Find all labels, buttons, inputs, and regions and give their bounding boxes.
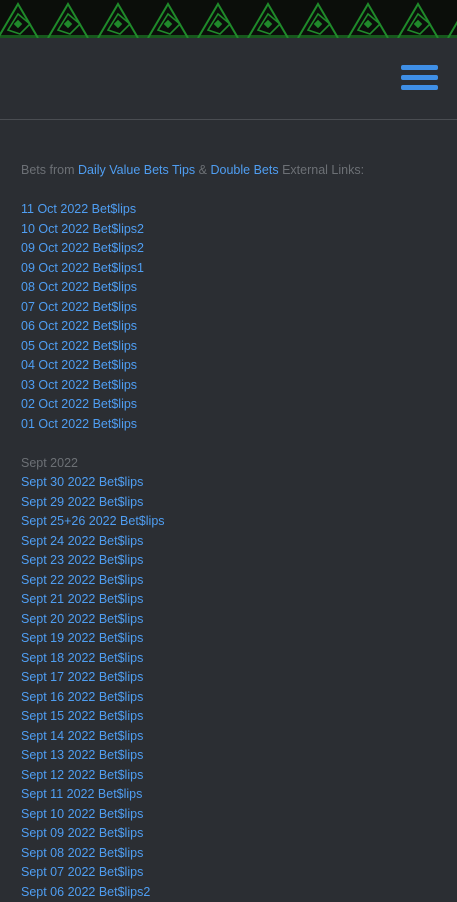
list-item: Sept 13 2022 Bet$lips [21,746,441,766]
list-item: 03 Oct 2022 Bet$lips [21,376,441,396]
betslip-link[interactable]: 11 Oct 2022 Bet$lips [21,202,136,216]
intro-prefix: Bets from [21,163,75,177]
september-betslip-list: Sept 30 2022 Bet$lips Sept 29 2022 Bet$li… [21,473,441,902]
betslip-link[interactable]: 06 Oct 2022 Bet$lips [21,319,137,333]
list-item: 09 Oct 2022 Bet$lips2 [21,239,441,259]
intro-ampersand: & [199,163,207,177]
betslip-link[interactable]: Sept 14 2022 Bet$lips [21,729,143,743]
double-bets-link[interactable]: Double Bets [210,163,278,177]
list-item: Sept 15 2022 Bet$lips [21,707,441,727]
betslip-link[interactable]: Sept 23 2022 Bet$lips [21,553,143,567]
betslip-link[interactable]: Sept 30 2022 Bet$lips [21,475,143,489]
header-banner-pattern [0,0,457,38]
betslip-link[interactable]: Sept 10 2022 Bet$lips [21,807,143,821]
list-item: 04 Oct 2022 Bet$lips [21,356,441,376]
betslip-link[interactable]: 02 Oct 2022 Bet$lips [21,397,137,411]
betslip-link[interactable]: Sept 29 2022 Bet$lips [21,495,143,509]
list-item: Sept 22 2022 Bet$lips [21,571,441,591]
list-item: Sept 18 2022 Bet$lips [21,649,441,669]
betslip-link[interactable]: Sept 18 2022 Bet$lips [21,651,143,665]
list-item: Sept 07 2022 Bet$lips [21,863,441,883]
menu-bar-middle [401,75,438,80]
section-heading-sept-2022: Sept 2022 [21,454,441,474]
betslip-link[interactable]: Sept 11 2022 Bet$lips [21,787,142,801]
betslip-link[interactable]: Sept 07 2022 Bet$lips [21,865,143,879]
menu-bar-bottom [401,85,438,90]
list-item: 06 Oct 2022 Bet$lips [21,317,441,337]
list-item: 02 Oct 2022 Bet$lips [21,395,441,415]
list-item: Sept 20 2022 Bet$lips [21,610,441,630]
betslip-link[interactable]: Sept 21 2022 Bet$lips [21,592,143,606]
betslip-link[interactable]: 10 Oct 2022 Bet$lips2 [21,222,144,236]
betslip-link[interactable]: Sept 12 2022 Bet$lips [21,768,143,782]
list-item: Sept 16 2022 Bet$lips [21,688,441,708]
menu-bar-top [401,65,438,70]
list-item: Sept 14 2022 Bet$lips [21,727,441,747]
list-item: Sept 09 2022 Bet$lips [21,824,441,844]
betslip-link[interactable]: Sept 09 2022 Bet$lips [21,826,143,840]
hamburger-menu-icon[interactable] [401,63,438,92]
betslip-link[interactable]: 01 Oct 2022 Bet$lips [21,417,137,431]
betslip-link[interactable]: Sept 13 2022 Bet$lips [21,748,143,762]
list-item: 08 Oct 2022 Bet$lips [21,278,441,298]
betslip-link[interactable]: 09 Oct 2022 Bet$lips2 [21,241,144,255]
betslip-link[interactable]: Sept 20 2022 Bet$lips [21,612,143,626]
list-item: 05 Oct 2022 Bet$lips [21,337,441,357]
list-item: Sept 08 2022 Bet$lips [21,844,441,864]
list-item: Sept 06 2022 Bet$lips2 [21,883,441,902]
betslip-link[interactable]: Sept 16 2022 Bet$lips [21,690,143,704]
list-item: Sept 24 2022 Bet$lips [21,532,441,552]
list-item: 07 Oct 2022 Bet$lips [21,298,441,318]
betslip-link[interactable]: 07 Oct 2022 Bet$lips [21,300,137,314]
list-item: 10 Oct 2022 Bet$lips2 [21,220,441,240]
list-item: Sept 23 2022 Bet$lips [21,551,441,571]
betslip-link[interactable]: Sept 08 2022 Bet$lips [21,846,143,860]
list-item: Sept 25+26 2022 Bet$lips [21,512,441,532]
betslip-link[interactable]: 05 Oct 2022 Bet$lips [21,339,137,353]
intro-suffix: External Links: [282,163,364,177]
betslip-link[interactable]: 04 Oct 2022 Bet$lips [21,358,137,372]
list-item: 11 Oct 2022 Bet$lips [21,200,441,220]
betslip-link[interactable]: 08 Oct 2022 Bet$lips [21,280,137,294]
betslip-link[interactable]: 09 Oct 2022 Bet$lips1 [21,261,144,275]
list-item: Sept 19 2022 Bet$lips [21,629,441,649]
betslip-link[interactable]: Sept 25+26 2022 Bet$lips [21,514,165,528]
list-item: Sept 11 2022 Bet$lips [21,785,441,805]
list-item: Sept 12 2022 Bet$lips [21,766,441,786]
list-item: Sept 21 2022 Bet$lips [21,590,441,610]
list-item: Sept 10 2022 Bet$lips [21,805,441,825]
site-header [0,38,457,120]
betslip-link[interactable]: Sept 15 2022 Bet$lips [21,709,143,723]
betslip-link[interactable]: Sept 06 2022 Bet$lips2 [21,885,150,899]
betslip-link[interactable]: 03 Oct 2022 Bet$lips [21,378,137,392]
betslip-link[interactable]: Sept 24 2022 Bet$lips [21,534,143,548]
october-betslip-list: 11 Oct 2022 Bet$lips 10 Oct 2022 Bet$lips… [21,200,441,434]
betslip-link[interactable]: Sept 22 2022 Bet$lips [21,573,143,587]
diamond-pattern-graphic [0,0,457,38]
list-item: Sept 29 2022 Bet$lips [21,493,441,513]
list-item: Sept 17 2022 Bet$lips [21,668,441,688]
betslip-link[interactable]: Sept 19 2022 Bet$lips [21,631,143,645]
main-content: Bets from Daily Value Bets Tips & Double… [21,161,441,902]
betslip-link[interactable]: Sept 17 2022 Bet$lips [21,670,143,684]
list-item: 01 Oct 2022 Bet$lips [21,415,441,435]
daily-value-bets-tips-link[interactable]: Daily Value Bets Tips [78,163,195,177]
list-item: Sept 30 2022 Bet$lips [21,473,441,493]
intro-text: Bets from Daily Value Bets Tips & Double… [21,161,441,181]
list-item: 09 Oct 2022 Bet$lips1 [21,259,441,279]
